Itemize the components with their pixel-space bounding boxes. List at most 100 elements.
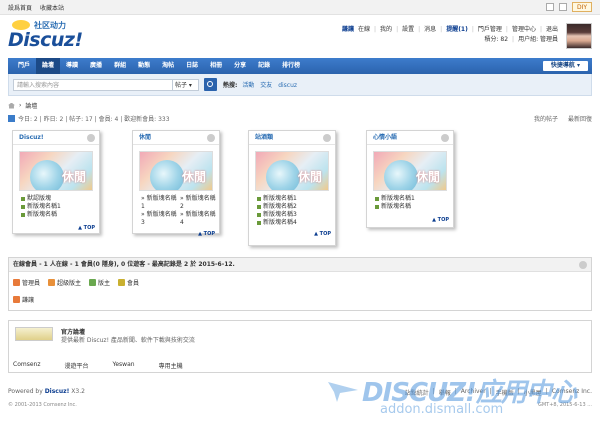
legend-admin: 管理員 — [13, 278, 40, 287]
powered-by: Powered by Discuz! X3.2 — [8, 388, 85, 395]
forum-title[interactable]: 心情小語 — [373, 134, 397, 141]
forum-card: 休閒 休閒 » 新版塊名稱1 » 新版塊名稱2 » 新版塊名稱3 » 新版塊名稱… — [132, 130, 220, 237]
friend-link[interactable]: Yeswan — [113, 361, 135, 370]
footer-link[interactable]: 小黑屋 — [524, 388, 542, 397]
friend-logo[interactable] — [15, 327, 53, 341]
settings-link[interactable]: 設置 — [402, 25, 414, 35]
forum-image-label: 休閒 — [415, 170, 440, 184]
collapse-icon[interactable] — [579, 261, 587, 269]
subforum-item[interactable]: 新版塊名稱2 — [249, 203, 335, 211]
header: 社区动力 Discuz! 謙讓 在線 | 我的 | 設置 | 消息 | 提醒(1) | 門… — [0, 15, 600, 55]
nav-forum[interactable]: 論壇 — [36, 58, 61, 74]
friend-link[interactable]: Comsenz — [13, 361, 40, 370]
nav-album[interactable]: 相冊 — [204, 58, 228, 74]
nav-guide[interactable]: 導讀 — [60, 58, 84, 74]
forum-image[interactable]: 休閒 — [373, 151, 447, 191]
footer-link[interactable]: Archiver — [461, 388, 486, 397]
top-link[interactable]: ▲ TOP — [133, 229, 219, 239]
forum-title[interactable]: 站酒類 — [255, 134, 273, 141]
collapse-icon[interactable] — [207, 134, 215, 142]
hot-search-term[interactable]: discuz — [278, 82, 297, 89]
friend-link[interactable]: 專用主機 — [159, 361, 183, 370]
nav-blog[interactable]: 日誌 — [180, 58, 204, 74]
collapse-icon[interactable] — [441, 134, 449, 142]
style-icon[interactable] — [558, 3, 567, 11]
home-icon[interactable] — [8, 102, 15, 109]
site-logo[interactable]: 社区动力 Discuz! — [8, 19, 83, 51]
search-button[interactable] — [204, 78, 217, 91]
diy-button[interactable]: DIY — [571, 2, 592, 12]
nav-feed[interactable]: 動態 — [132, 58, 156, 74]
subforum-item[interactable]: 新版塊名稱1 — [249, 195, 335, 203]
online-header[interactable]: 在線會員 - 1 人在線 - 1 會員(0 隱身), 0 位遊客 - 最高記錄是… — [9, 258, 591, 272]
reminder-link[interactable]: 提醒(1) — [446, 25, 468, 35]
legend-super-mod: 超級版主 — [48, 278, 81, 287]
footer-link[interactable]: 舉報 — [439, 388, 451, 397]
search-type-select[interactable]: 帖子 ▾ — [173, 78, 199, 91]
hot-search-term[interactable]: 交友 — [260, 82, 272, 89]
footer-link[interactable]: 站點統計 — [405, 388, 429, 397]
subforum-item[interactable]: » 新版塊名稱4 — [180, 211, 219, 227]
subforum-item[interactable]: 新版塊名稱3 — [249, 211, 335, 219]
logout-link[interactable]: 退出 — [546, 25, 558, 35]
nav-share[interactable]: 分享 — [228, 58, 252, 74]
search-bar: 請輸入搜索內容 帖子 ▾ 熱搜: 活動 交友 discuz — [8, 74, 592, 96]
quick-nav-button[interactable]: 快捷導航 ▾ — [542, 61, 588, 71]
subforum-item[interactable]: 新版塊名稱 — [13, 211, 99, 219]
brand-link[interactable]: Discuz! — [45, 388, 70, 395]
subforum-item[interactable]: 新版塊名稱1 — [13, 203, 99, 211]
stats-chart-icon — [8, 115, 15, 122]
nav-collection[interactable]: 淘帖 — [156, 58, 180, 74]
latest-replies-link[interactable]: 最新回復 — [568, 114, 592, 123]
subforum-item[interactable]: » 新版塊名稱1 — [141, 195, 180, 211]
friend-link[interactable]: 漫遊平台 — [64, 361, 88, 370]
subforum-item[interactable]: » 新版塊名稱2 — [180, 195, 219, 211]
collapse-icon[interactable] — [87, 134, 95, 142]
top-link[interactable]: ▲ TOP — [249, 229, 335, 239]
user-group-link[interactable]: 用户組: 管理員 — [518, 35, 558, 45]
avatar[interactable] — [566, 23, 592, 49]
admin-center-link[interactable]: 管理中心 — [512, 25, 536, 35]
subforum-item[interactable]: 新版塊名稱4 — [249, 219, 335, 227]
messages-link[interactable]: 消息 — [424, 25, 436, 35]
my-posts-link[interactable]: 我的帖子 — [534, 114, 558, 123]
online-user[interactable]: 謙讓 — [13, 295, 34, 304]
set-home-link[interactable]: 設爲首頁 — [8, 3, 32, 12]
footer-link[interactable]: 手機版 — [496, 388, 514, 397]
nav-groups[interactable]: 群組 — [108, 58, 132, 74]
top-link[interactable]: ▲ TOP — [367, 215, 453, 225]
hot-search-term[interactable]: 活動 — [242, 82, 254, 89]
subforum-item[interactable]: 默認版塊 — [13, 195, 99, 203]
forum-image[interactable]: 休閒 — [139, 151, 213, 191]
online-members: 在線會員 - 1 人在線 - 1 會員(0 隱身), 0 位遊客 - 最高記錄是… — [8, 257, 592, 311]
subforum-item[interactable]: 新版塊名稱1 — [367, 195, 453, 203]
legend-mod: 版主 — [89, 278, 110, 287]
search-input[interactable]: 請輸入搜索內容 — [13, 78, 173, 91]
portal-admin-link[interactable]: 門戶管理 — [478, 25, 502, 35]
breadcrumb-forum[interactable]: 論壇 — [25, 101, 37, 110]
footer-time: GMT+8, 2015-6-13 ... — [537, 402, 592, 408]
points-link[interactable]: 積分: 82 — [484, 35, 508, 45]
top-bar-tools: DIY — [545, 2, 592, 12]
forum-image[interactable]: 休閒 — [255, 151, 329, 191]
forum-image[interactable]: 休閒 — [19, 151, 93, 191]
nav-doing[interactable]: 記錄 — [252, 58, 276, 74]
top-link[interactable]: ▲ TOP — [13, 223, 99, 233]
nav-ranklist[interactable]: 排行榜 — [276, 58, 306, 74]
nav-portal[interactable]: 門戶 — [12, 58, 36, 74]
nav-broadcast[interactable]: 廣播 — [84, 58, 108, 74]
my-link[interactable]: 我的 — [380, 25, 392, 35]
search-type-label: 帖子 — [175, 81, 188, 89]
copyright: © 2001-2013 Comsenz Inc. — [8, 402, 77, 408]
collapse-icon[interactable] — [323, 134, 331, 142]
mobile-icon[interactable] — [545, 3, 554, 11]
forum-title[interactable]: 休閒 — [139, 134, 151, 141]
user-status[interactable]: 在線 — [358, 25, 370, 35]
footer-link[interactable]: Comsenz Inc. — [552, 388, 592, 397]
username-link[interactable]: 謙讓 — [342, 25, 354, 35]
subforum-item[interactable]: 新版塊名稱 — [367, 203, 453, 211]
bookmark-link[interactable]: 收藏本站 — [40, 3, 64, 12]
online-users: 謙讓 — [9, 287, 591, 304]
forum-title[interactable]: Discuz! — [19, 134, 44, 141]
subforum-item[interactable]: » 新版塊名稱3 — [141, 211, 180, 227]
